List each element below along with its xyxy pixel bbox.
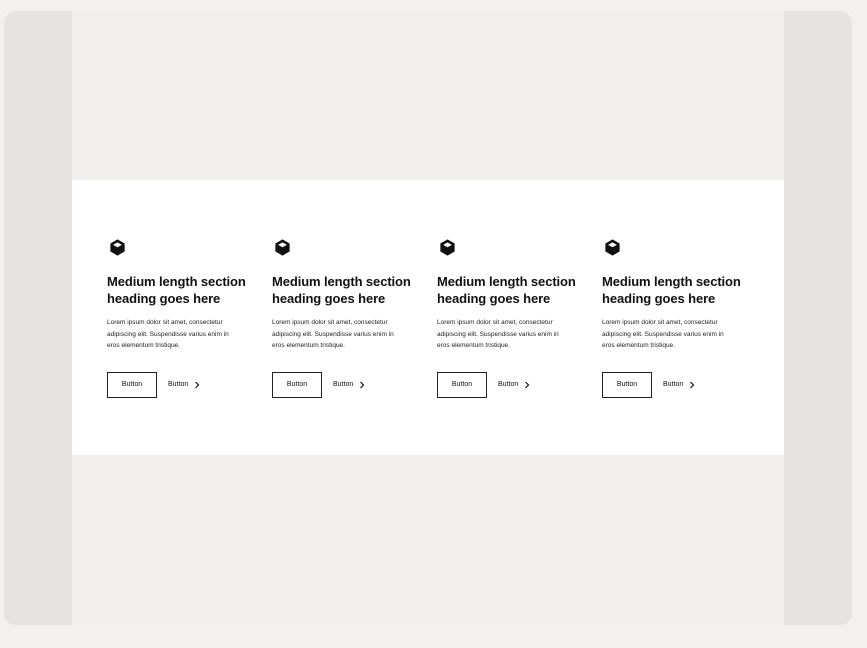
feature-card: Medium length section heading goes here … [272, 238, 421, 398]
feature-card: Medium length section heading goes here … [107, 238, 256, 398]
feature-cards: Medium length section heading goes here … [107, 238, 757, 398]
link-button-label: Button [498, 381, 519, 388]
feature-card: Medium length section heading goes here … [602, 238, 751, 398]
card-actions: Button Button [272, 371, 421, 398]
cube-icon [110, 239, 125, 256]
card-description: Lorem ipsum dolor sit amet, consectetur … [437, 319, 559, 349]
primary-button[interactable]: Button [602, 371, 652, 398]
link-button-label: Button [168, 381, 189, 388]
page-canvas: Medium length section heading goes here … [72, 11, 784, 625]
primary-button[interactable]: Button [107, 371, 157, 398]
card-actions: Button Button [107, 371, 256, 398]
chevron-right-icon [195, 381, 200, 388]
link-button[interactable]: Button [333, 381, 365, 389]
link-button-label: Button [333, 381, 354, 388]
link-button[interactable]: Button [498, 381, 530, 389]
primary-button[interactable]: Button [272, 371, 322, 398]
card-description: Lorem ipsum dolor sit amet, consectetur … [107, 319, 229, 349]
card-description: Lorem ipsum dolor sit amet, consectetur … [602, 319, 724, 349]
card-description: Lorem ipsum dolor sit amet, consectetur … [272, 319, 394, 349]
feature-section: Medium length section heading goes here … [72, 180, 784, 455]
chevron-right-icon [525, 381, 530, 388]
card-actions: Button Button [602, 371, 751, 398]
card-heading: Medium length section heading goes here [272, 274, 411, 306]
chevron-right-icon [690, 381, 695, 388]
link-button[interactable]: Button [663, 381, 695, 389]
card-heading: Medium length section heading goes here [602, 274, 741, 306]
card-actions: Button Button [437, 371, 586, 398]
cube-icon [275, 239, 290, 256]
cube-icon [605, 239, 620, 256]
primary-button[interactable]: Button [437, 371, 487, 398]
cube-icon [440, 239, 455, 256]
link-button-label: Button [663, 381, 684, 388]
chevron-right-icon [360, 381, 365, 388]
feature-card: Medium length section heading goes here … [437, 238, 586, 398]
card-heading: Medium length section heading goes here [107, 274, 246, 306]
preview-frame: Medium length section heading goes here … [4, 11, 852, 625]
link-button[interactable]: Button [168, 381, 200, 389]
card-heading: Medium length section heading goes here [437, 274, 576, 306]
